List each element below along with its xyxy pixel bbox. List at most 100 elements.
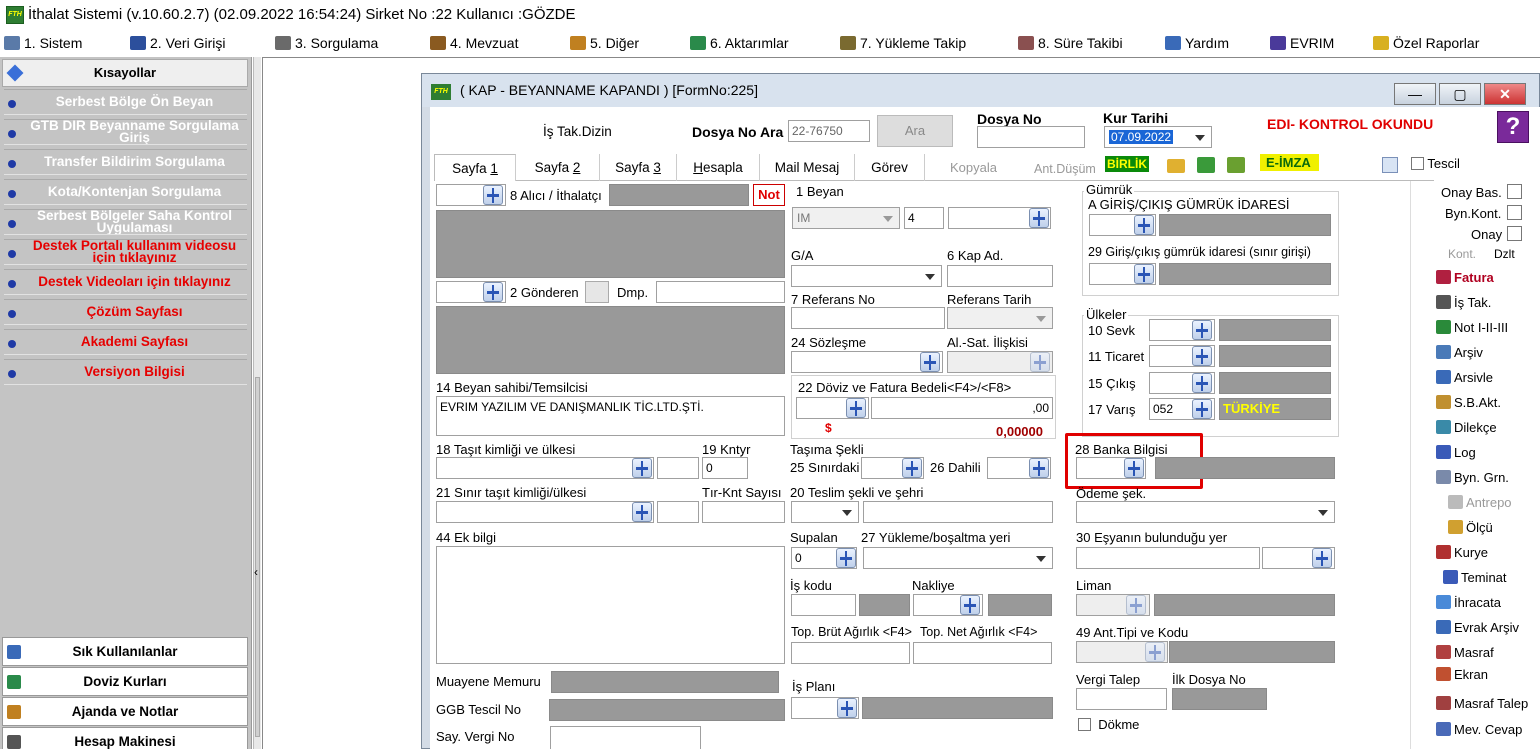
sidebar-splitter[interactable]: ‹ [253, 57, 261, 749]
liman-lookup-icon[interactable] [1126, 595, 1146, 615]
sinir-tasit-input[interactable] [436, 501, 654, 523]
action-track[interactable]: İş Tak. [1436, 293, 1491, 313]
sidebar-item-5[interactable]: Serbest Bölgeler Saha Kontrol Uygulaması [4, 209, 247, 235]
list-icon[interactable] [585, 281, 609, 303]
action-warehouse[interactable]: Antrepo [1448, 493, 1512, 513]
sidebar-item-7[interactable]: Destek Videoları için tıklayınız [4, 269, 247, 295]
tab-2[interactable]: Sayfa 2 [516, 154, 600, 181]
menu-item-5[interactable]: 5. Diğer [570, 33, 639, 53]
brut-agirlik-input[interactable] [791, 642, 910, 664]
varis-lookup-icon[interactable] [1192, 399, 1212, 419]
download-icon[interactable] [1227, 157, 1245, 173]
kont-button[interactable]: Kont. [1448, 247, 1476, 261]
sidebar-item-9[interactable]: Akademi Sayfası [4, 329, 247, 355]
onay-bas-checkbox[interactable] [1507, 184, 1522, 199]
al-sat-lookup-icon[interactable] [1030, 352, 1050, 372]
tasit-country-input[interactable] [657, 457, 699, 479]
sidebar-bottom-4[interactable]: Hesap Makinesi [2, 727, 248, 749]
esya-yeri-input[interactable] [1076, 547, 1260, 569]
ga-combo[interactable] [791, 265, 942, 287]
action-document-archive[interactable]: Evrak Arşiv [1436, 618, 1519, 638]
gonderen-lookup-icon[interactable] [483, 282, 503, 302]
sinir-tasit-lookup-icon[interactable] [632, 502, 652, 522]
menu-item-9[interactable]: Yardım [1165, 33, 1229, 53]
ant-dusum-button[interactable]: Ant.Düşüm [1034, 162, 1096, 176]
tescil-checkbox[interactable]: Tescil [1411, 156, 1460, 171]
ek-bilgi-textarea[interactable] [436, 546, 785, 664]
beyan-sahibi-input[interactable]: EVRIM YAZILIM VE DANIŞMANLIK TİC.LTD.ŞTİ… [436, 396, 785, 436]
banka-lookup-icon[interactable] [1124, 458, 1144, 478]
action-view[interactable]: Byn. Grn. [1436, 468, 1509, 488]
onay-checkbox[interactable] [1507, 226, 1522, 241]
sidebar-item-3[interactable]: Transfer Bildirim Sorgulama [4, 149, 247, 175]
tab-6[interactable]: Görev [855, 154, 925, 181]
sinirdaki-lookup-icon[interactable] [902, 458, 922, 478]
tasit-kimligi-input[interactable] [436, 457, 654, 479]
doviz-lookup-icon[interactable] [846, 398, 866, 418]
tab-1[interactable]: Sayfa 1 [434, 154, 516, 181]
maximize-button[interactable]: ▢ [1439, 83, 1481, 105]
dokme-check-icon[interactable] [1078, 718, 1091, 731]
minimize-button[interactable]: — [1394, 83, 1436, 105]
help-icon[interactable]: ? [1497, 111, 1529, 143]
dahili-lookup-icon[interactable] [1029, 458, 1049, 478]
tab-3[interactable]: Sayfa 3 [600, 154, 677, 181]
action-note[interactable]: Not I-II-III [1436, 318, 1508, 338]
action-guarantee[interactable]: Teminat [1443, 568, 1507, 588]
sidebar-header[interactable]: Kısayollar [2, 59, 248, 87]
sevk-lookup-icon[interactable] [1192, 320, 1212, 340]
sidebar-bottom-2[interactable]: Doviz Kurları [2, 667, 248, 696]
kur-tarihi-combo[interactable]: 07.09.2022 [1104, 126, 1212, 148]
action-reply[interactable]: Mev. Cevap [1436, 720, 1522, 740]
odeme-combo[interactable] [1076, 501, 1335, 523]
dmp-input[interactable] [656, 281, 785, 303]
sidebar-item-6[interactable]: Destek Portalı kullanım videosu için tık… [4, 239, 247, 265]
menu-item-1[interactable]: 1. Sistem [4, 33, 82, 53]
upload-icon[interactable] [1197, 157, 1215, 173]
not-button[interactable]: Not [753, 184, 785, 206]
kntyr-input[interactable]: 0 [702, 457, 748, 479]
vergi-talep-input[interactable] [1076, 688, 1167, 710]
beyan-number-input[interactable]: 4 [904, 207, 944, 229]
giris-cikis-lookup-icon[interactable] [1134, 264, 1154, 284]
teslim-combo[interactable] [791, 501, 859, 523]
close-button[interactable]: ✕ [1484, 83, 1526, 105]
menu-item-10[interactable]: EVRIM [1270, 33, 1334, 53]
sinir-tasit-country-input[interactable] [657, 501, 699, 523]
action-measure[interactable]: Ölçü [1448, 518, 1493, 538]
birlik-badge[interactable]: BİRLİK [1105, 156, 1149, 172]
menu-item-4[interactable]: 4. Mevzuat [430, 33, 518, 53]
menu-item-8[interactable]: 8. Süre Takibi [1018, 33, 1123, 53]
is-kodu-input[interactable] [791, 594, 856, 616]
ara-button[interactable]: Ara [877, 115, 953, 147]
action-expense[interactable]: Masraf [1436, 643, 1494, 663]
kap-ad-input[interactable] [947, 265, 1053, 287]
referans-no-input[interactable] [791, 307, 945, 329]
kopyala-button[interactable]: Kopyala [950, 160, 997, 175]
menu-item-2[interactable]: 2. Veri Girişi [130, 33, 225, 53]
dosya-no-ara-input[interactable]: 22-76750 [788, 120, 870, 142]
gumruk-lookup-icon[interactable] [1134, 215, 1154, 235]
menu-item-7[interactable]: 7. Yükleme Takip [840, 33, 966, 53]
esya-yeri-lookup-icon[interactable] [1312, 548, 1332, 568]
action-screen[interactable]: Ekran [1436, 665, 1488, 685]
search-icon[interactable] [1382, 157, 1398, 173]
yukleme-yeri-combo[interactable] [863, 547, 1053, 569]
action-sb-transfer[interactable]: S.B.Akt. [1436, 393, 1501, 413]
e-imza-button[interactable]: E-İMZA [1260, 154, 1319, 171]
folder-open-icon[interactable] [1167, 159, 1185, 173]
sidebar-item-8[interactable]: Çözüm Sayfası [4, 299, 247, 325]
referans-tarih-combo[interactable] [947, 307, 1053, 329]
net-agirlik-input[interactable] [913, 642, 1052, 664]
tasit-lookup-icon[interactable] [632, 458, 652, 478]
sozlesme-lookup-icon[interactable] [920, 352, 940, 372]
menu-item-11[interactable]: Özel Raporlar [1373, 33, 1479, 53]
collapse-arrow-icon[interactable]: ‹ [254, 565, 258, 579]
beyan-type-combo[interactable]: IM [792, 207, 900, 229]
action-export[interactable]: İhracata [1436, 593, 1501, 613]
menu-item-3[interactable]: 3. Sorgulama [275, 33, 378, 53]
is-plani-lookup-icon[interactable] [837, 698, 857, 718]
alici-lookup-icon[interactable] [483, 185, 503, 205]
tab-4[interactable]: Hesapla [677, 154, 760, 181]
sidebar-item-1[interactable]: Serbest Bölge Ön Beyan [4, 89, 247, 115]
